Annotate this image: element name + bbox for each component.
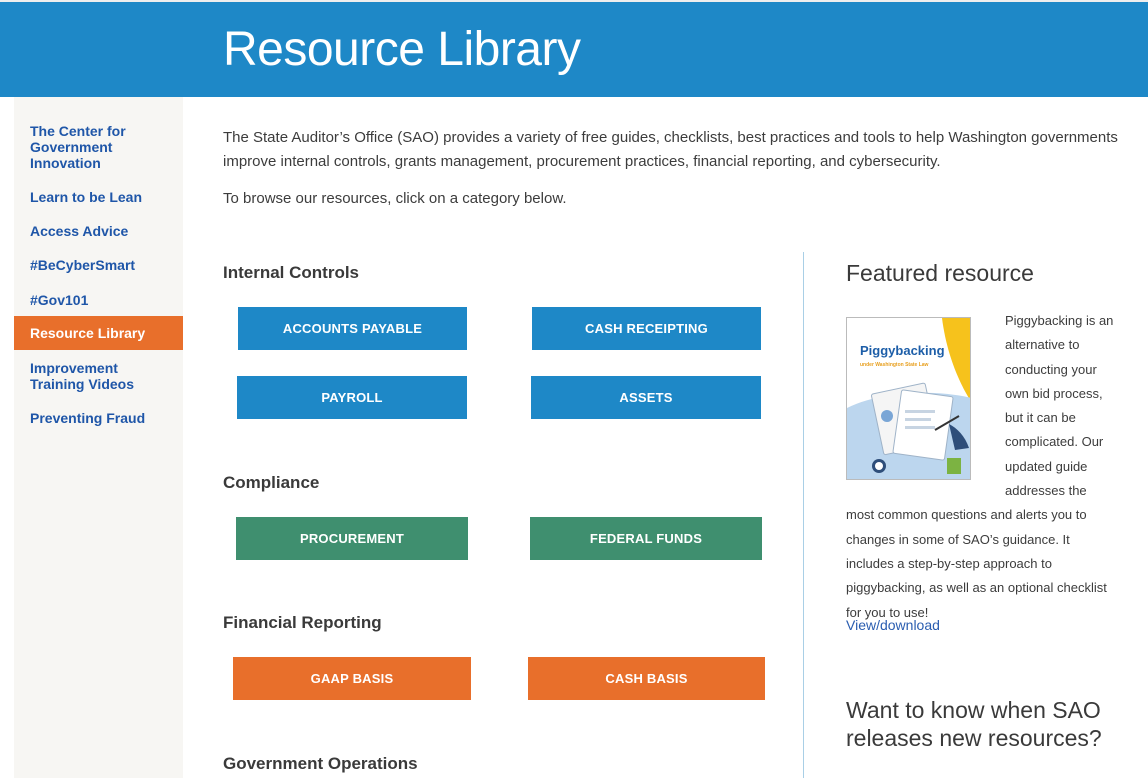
sidebar-item-center-for-government-innovation[interactable]: The Center for Government Innovation	[14, 123, 183, 171]
cover-float-spacer	[846, 309, 1005, 486]
sidebar-nav: The Center for Government Innovation Lea…	[14, 97, 183, 778]
procurement-button[interactable]: PROCUREMENT	[236, 517, 468, 560]
sidebar-item-gov101[interactable]: #Gov101	[14, 292, 183, 308]
sidebar-item-improvement-training-videos[interactable]: Improvement Training Videos	[14, 360, 183, 392]
sidebar-item-resource-library[interactable]: Resource Library	[14, 316, 183, 350]
intro-paragraph: The State Auditor’s Office (SAO) provide…	[223, 129, 1118, 170]
page-header: Resource Library	[0, 2, 1148, 97]
cash-basis-button[interactable]: CASH BASIS	[528, 657, 765, 700]
notify-heading: Want to know when SAO releases new resou…	[846, 697, 1102, 751]
section-title-compliance: Compliance	[223, 473, 320, 492]
cash-receipting-button[interactable]: CASH RECEIPTING	[532, 307, 761, 350]
assets-button[interactable]: ASSETS	[531, 376, 761, 419]
page-title: Resource Library	[223, 23, 581, 76]
view-download-link[interactable]: View/download	[846, 617, 940, 633]
featured-resource-heading: Featured resource	[846, 260, 1034, 286]
section-title-government-operations: Government Operations	[223, 754, 418, 773]
sidebar-item-preventing-fraud[interactable]: Preventing Fraud	[14, 410, 183, 426]
section-title-financial-reporting: Financial Reporting	[223, 613, 382, 632]
accounts-payable-button[interactable]: ACCOUNTS PAYABLE	[238, 307, 467, 350]
payroll-button[interactable]: PAYROLL	[237, 376, 467, 419]
sidebar-item-becybersmart[interactable]: #BeCyberSmart	[14, 257, 183, 273]
column-divider	[803, 252, 804, 778]
gaap-basis-button[interactable]: GAAP BASIS	[233, 657, 471, 700]
section-title-internal-controls: Internal Controls	[223, 263, 360, 282]
federal-funds-button[interactable]: FEDERAL FUNDS	[530, 517, 762, 560]
browse-instructions: To browse our resources, click on a cate…	[223, 190, 567, 207]
featured-description-wrap: Piggybacking is an alternative to conduc…	[846, 309, 1116, 625]
sidebar-item-learn-to-be-lean[interactable]: Learn to be Lean	[14, 189, 183, 205]
sidebar-item-access-advice[interactable]: Access Advice	[14, 223, 183, 239]
